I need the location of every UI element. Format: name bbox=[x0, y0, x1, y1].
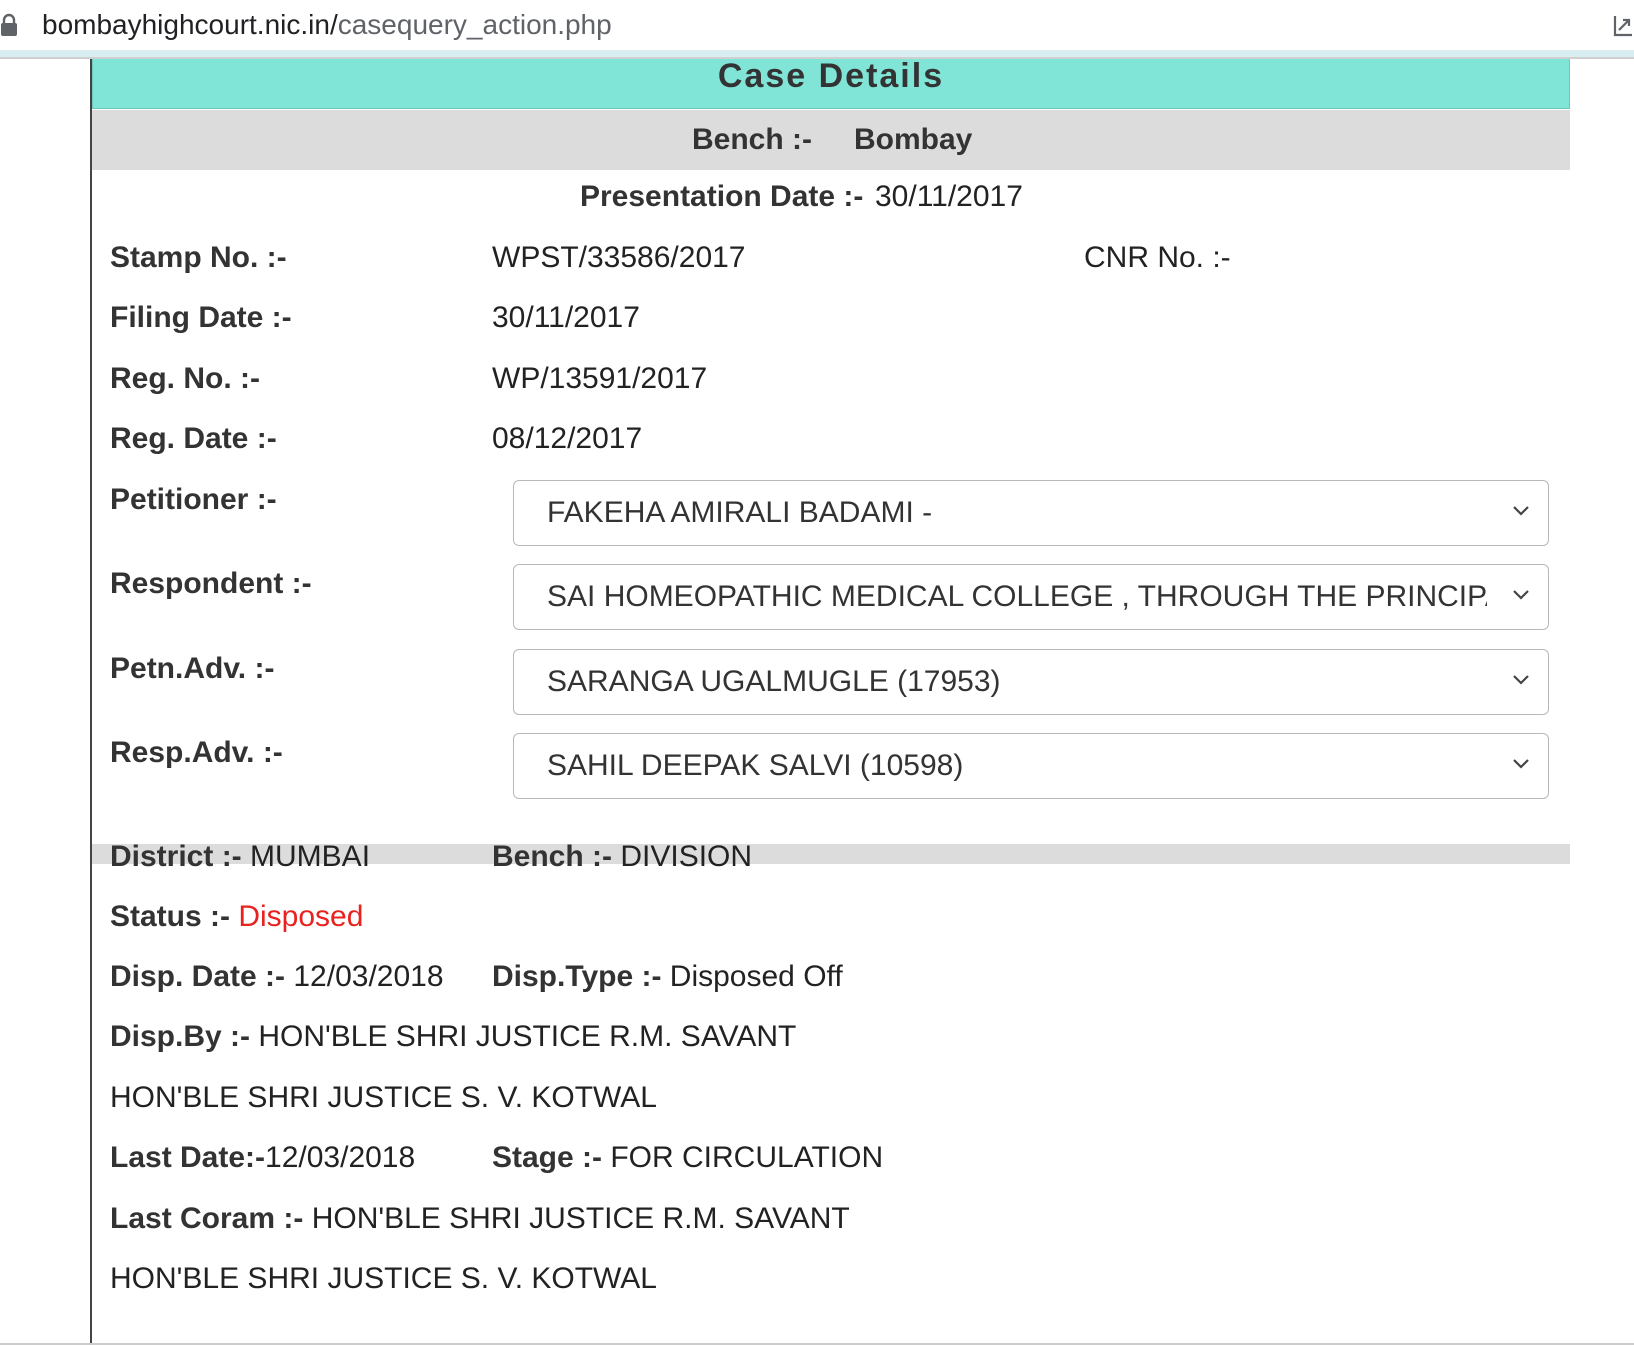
district-label: District :- bbox=[110, 840, 242, 873]
url-bar-border bbox=[0, 50, 1634, 57]
last-coram-label: Last Coram :- bbox=[110, 1202, 304, 1235]
stage: Stage :- FOR CIRCULATION bbox=[492, 1141, 883, 1175]
disp-type-label: Disp.Type :- bbox=[492, 960, 662, 993]
stage-label: Stage :- bbox=[492, 1141, 603, 1174]
disp-by-label: Disp.By :- bbox=[110, 1020, 251, 1053]
disp-by-value-1: HON'BLE SHRI JUSTICE R.M. SAVANT bbox=[258, 1020, 797, 1053]
resp-adv-selected-value: SAHIL DEEPAK SALVI (10598) bbox=[547, 749, 964, 782]
chevron-down-icon bbox=[1513, 675, 1529, 685]
division-bench-value: DIVISION bbox=[620, 840, 753, 873]
petn-adv-select[interactable]: SARANGA UGALMUGLE (17953) bbox=[513, 649, 1549, 715]
petitioner-select[interactable]: FAKEHA AMIRALI BADAMI - bbox=[513, 480, 1549, 546]
case-details-panel: Case Details Bench :- Bombay Presentatio… bbox=[90, 59, 1570, 1345]
page-header: Case Details bbox=[92, 59, 1570, 109]
url-path: casequery_action.php bbox=[337, 9, 612, 40]
disp-date-value: 12/03/2018 bbox=[293, 960, 444, 993]
division-bench-label: Bench :- bbox=[492, 840, 612, 873]
petn-adv-label: Petn.Adv. :- bbox=[110, 652, 275, 685]
stamp-no-value: WPST/33586/2017 bbox=[492, 241, 746, 274]
reg-date-label: Reg. Date :- bbox=[110, 422, 277, 455]
bench-label: Bench :- bbox=[692, 123, 812, 156]
chevron-down-icon bbox=[1513, 759, 1529, 769]
petn-adv-selected-value: SARANGA UGALMUGLE (17953) bbox=[547, 665, 1001, 698]
url-host: bombayhighcourt.nic.in/ bbox=[42, 9, 338, 40]
last-coram: Last Coram :- HON'BLE SHRI JUSTICE R.M. … bbox=[110, 1202, 850, 1236]
last-coram-value-1: HON'BLE SHRI JUSTICE R.M. SAVANT bbox=[311, 1202, 850, 1235]
respondent-select[interactable]: SAI HOMEOPATHIC MEDICAL COLLEGE , THROUG… bbox=[513, 564, 1549, 630]
disp-date: Disp. Date :- 12/03/2018 bbox=[110, 960, 444, 994]
disp-type-value: Disposed Off bbox=[669, 960, 843, 993]
browser-url-bar[interactable]: bombayhighcourt.nic.in/casequery_action.… bbox=[0, 0, 1634, 50]
disp-by-value-2: HON'BLE SHRI JUSTICE S. V. KOTWAL bbox=[110, 1081, 657, 1114]
disp-by: Disp.By :- HON'BLE SHRI JUSTICE R.M. SAV… bbox=[110, 1020, 796, 1054]
filing-date-label: Filing Date :- bbox=[110, 301, 292, 334]
petitioner-label: Petitioner :- bbox=[110, 483, 277, 516]
division-bench: Bench :- DIVISION bbox=[492, 840, 752, 874]
disp-date-label: Disp. Date :- bbox=[110, 960, 286, 993]
stage-value: FOR CIRCULATION bbox=[610, 1141, 884, 1174]
last-date-label: Last Date:- bbox=[110, 1141, 266, 1174]
reg-date-value: 08/12/2017 bbox=[492, 422, 643, 455]
reg-no-label: Reg. No. :- bbox=[110, 362, 260, 395]
chevron-down-icon bbox=[1513, 506, 1529, 516]
resp-adv-select[interactable]: SAHIL DEEPAK SALVI (10598) bbox=[513, 733, 1549, 799]
status: Status :- Disposed bbox=[110, 900, 363, 934]
district-value: MUMBAI bbox=[250, 840, 371, 873]
url-text[interactable]: bombayhighcourt.nic.in/casequery_action.… bbox=[42, 10, 612, 40]
filing-date-value: 30/11/2017 bbox=[492, 301, 640, 334]
page-title: Case Details bbox=[717, 57, 945, 95]
last-date: Last Date:-12/03/2018 bbox=[110, 1141, 415, 1175]
district: District :- MUMBAI bbox=[110, 840, 370, 874]
disp-type: Disp.Type :- Disposed Off bbox=[492, 960, 843, 994]
lock-icon bbox=[1, 13, 17, 36]
chevron-down-icon bbox=[1513, 590, 1529, 600]
bench-band: Bench :- Bombay bbox=[92, 110, 1570, 170]
presentation-date-label: Presentation Date :- bbox=[580, 180, 864, 213]
last-coram-value-2: HON'BLE SHRI JUSTICE S. V. KOTWAL bbox=[110, 1262, 657, 1295]
resp-adv-label: Resp.Adv. :- bbox=[110, 736, 283, 769]
cnr-no-label: CNR No. :- bbox=[1084, 241, 1231, 274]
stamp-no-label: Stamp No. :- bbox=[110, 241, 287, 274]
presentation-date-value: 30/11/2017 bbox=[875, 180, 1023, 213]
bench-value: Bombay bbox=[854, 123, 973, 156]
petitioner-selected-value: FAKEHA AMIRALI BADAMI - bbox=[547, 496, 933, 529]
status-label: Status :- bbox=[110, 900, 230, 933]
respondent-label: Respondent :- bbox=[110, 567, 312, 600]
reg-no-value: WP/13591/2017 bbox=[492, 362, 708, 395]
respondent-selected-value: SAI HOMEOPATHIC MEDICAL COLLEGE , THROUG… bbox=[547, 580, 1487, 613]
share-icon[interactable] bbox=[1612, 12, 1634, 38]
last-date-value: 12/03/2018 bbox=[265, 1141, 416, 1174]
status-value: Disposed bbox=[238, 900, 364, 933]
